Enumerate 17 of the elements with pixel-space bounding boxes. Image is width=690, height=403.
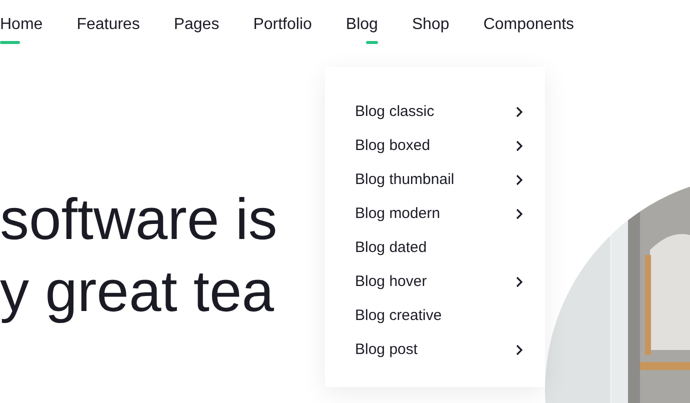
nav-link[interactable]: Components [483, 14, 574, 44]
dropdown-item[interactable]: Blog post [355, 333, 523, 367]
nav-link[interactable]: Pages [174, 14, 220, 44]
nav-link[interactable]: Shop [412, 14, 450, 44]
nav-link[interactable]: Portfolio [253, 14, 312, 44]
hero-heading: software is [0, 186, 278, 254]
dropdown-item[interactable]: Blog classic [355, 95, 523, 129]
dropdown-item[interactable]: Blog hover [355, 265, 523, 299]
dropdown-item[interactable]: Blog thumbnail [355, 163, 523, 197]
nav-link[interactable]: Home [0, 14, 43, 44]
nav-link[interactable]: Features [76, 14, 140, 44]
dropdown-item[interactable]: Blog modern [355, 197, 523, 231]
dropdown-item[interactable]: Blog creative [355, 299, 523, 333]
nav-link[interactable]: Blog [346, 14, 378, 44]
hero-heading: y great tea [0, 258, 274, 326]
dropdown-item[interactable]: Blog boxed [355, 129, 523, 163]
dropdown-item[interactable]: Blog dated [355, 231, 523, 265]
